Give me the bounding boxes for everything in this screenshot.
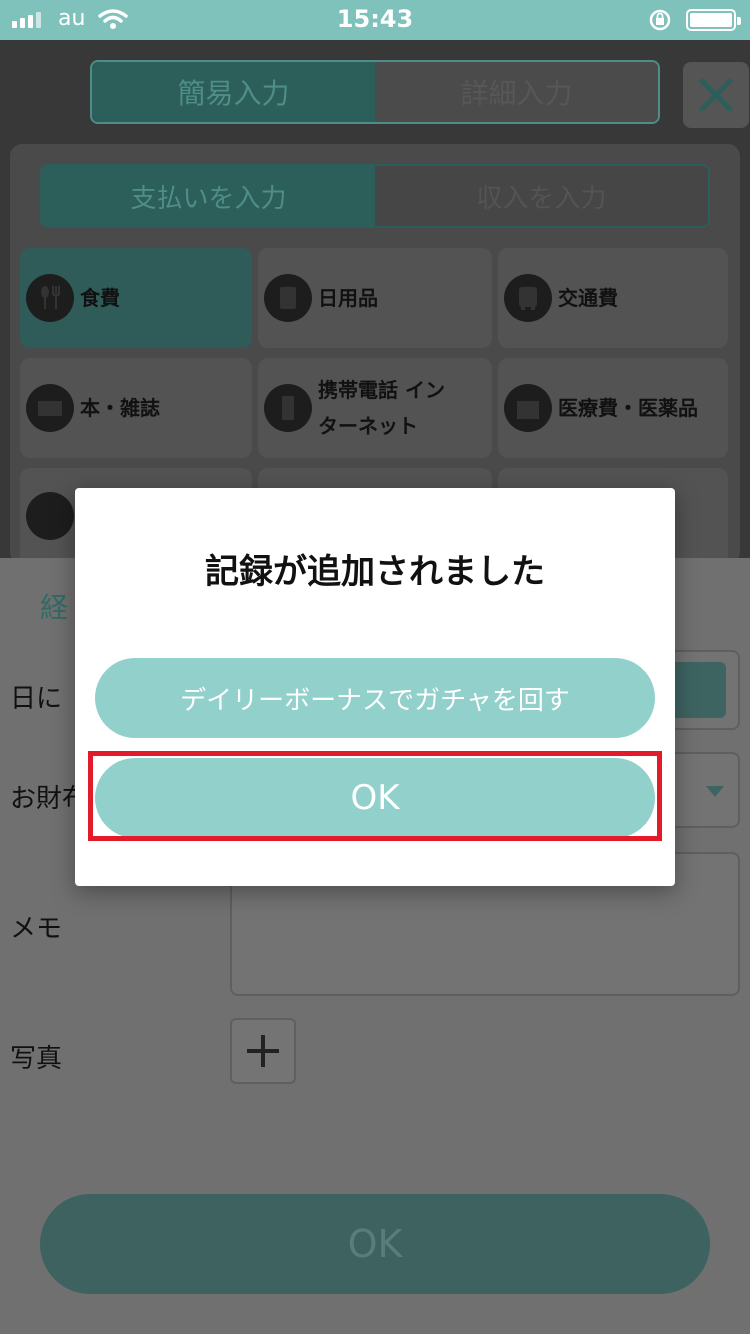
- bus-icon: [504, 274, 552, 322]
- clock: 15:43: [336, 5, 414, 33]
- category-label: 携帯電話 イン ターネット: [318, 378, 445, 438]
- category-label: 交通費: [558, 286, 618, 310]
- input-mode-tabs: 簡易入力 詳細入力: [90, 60, 660, 124]
- close-icon: [699, 78, 733, 112]
- status-bar: au 15:43: [0, 0, 750, 40]
- daily-bonus-gacha-button[interactable]: デイリーボーナスでガチャを回す: [95, 658, 655, 738]
- fork-spoon-icon: [26, 274, 74, 322]
- add-photo-button[interactable]: [230, 1018, 296, 1084]
- category-label: 医療費・医薬品: [558, 396, 698, 420]
- smartphone-icon: [264, 384, 312, 432]
- memo-label: メモ: [10, 914, 63, 944]
- section-label: 経: [40, 591, 69, 624]
- category-food[interactable]: 食費: [20, 248, 252, 348]
- category-label: 本・雑誌: [80, 396, 160, 420]
- category-daily-goods[interactable]: 日用品: [258, 248, 492, 348]
- battery-icon: [686, 9, 741, 31]
- tab-expense[interactable]: 支払いを入力: [42, 166, 375, 226]
- tab-income[interactable]: 収入を入力: [375, 166, 708, 226]
- plus-icon: [247, 1035, 279, 1067]
- category-label: 日用品: [318, 286, 378, 310]
- date-label: 日に: [10, 684, 63, 714]
- photo-label: 写真: [10, 1044, 63, 1074]
- category-medical[interactable]: 医療費・医薬品: [498, 358, 728, 458]
- highlight-box: [88, 751, 662, 841]
- category-phone-internet[interactable]: 携帯電話 イン ターネット: [258, 358, 492, 458]
- chevron-down-icon: [706, 786, 724, 797]
- category-transport[interactable]: 交通費: [498, 248, 728, 348]
- rice-ball-icon: [26, 492, 74, 540]
- entry-type-tabs: 支払いを入力 収入を入力: [40, 164, 710, 228]
- dialog-title: 記録が追加されました: [205, 552, 545, 592]
- category-books[interactable]: 本・雑誌: [20, 358, 252, 458]
- close-button[interactable]: [683, 62, 749, 128]
- tab-simple-input[interactable]: 簡易入力: [92, 62, 375, 122]
- rotation-lock-icon: [649, 9, 671, 31]
- book-icon: [26, 384, 74, 432]
- entry-screen-top: 簡易入力 詳細入力 支払いを入力 収入を入力 食費 日用品 交通費 本・雑誌 携…: [0, 40, 750, 564]
- notebook-icon: [264, 274, 312, 322]
- category-label: 食費: [80, 286, 120, 310]
- tab-detailed-input[interactable]: 詳細入力: [375, 62, 658, 122]
- submit-ok-button[interactable]: OK: [40, 1194, 710, 1294]
- hospital-icon: [504, 384, 552, 432]
- date-toggle[interactable]: [670, 662, 726, 718]
